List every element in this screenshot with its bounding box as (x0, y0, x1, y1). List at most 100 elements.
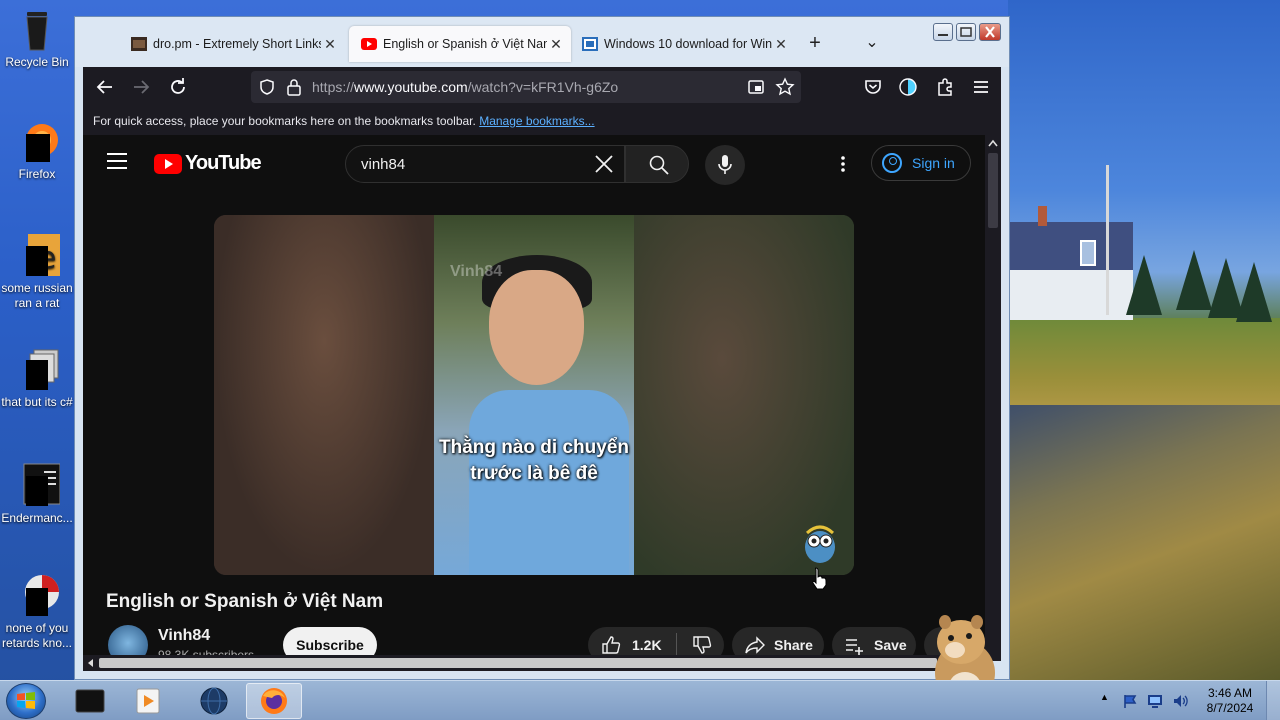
video-person-face (489, 270, 584, 385)
shield-icon[interactable] (258, 78, 276, 96)
new-tab-button[interactable]: + (804, 32, 826, 54)
tray-expand-button[interactable]: ▲ (1100, 692, 1109, 702)
close-window-button[interactable] (979, 23, 1001, 41)
system-clock[interactable]: 3:46 AM 8/7/2024 (1200, 686, 1260, 716)
tab-youtube-video[interactable]: English or Spanish ở Việt Nam ✕ (349, 26, 571, 62)
bookmarks-hint-text: For quick access, place your bookmarks h… (93, 114, 476, 128)
desktop-icon-label: none of you retards kno... (1, 621, 73, 650)
search-input[interactable]: vinh84 (345, 145, 625, 183)
back-button[interactable] (93, 75, 117, 99)
youtube-favicon-icon (361, 38, 377, 50)
tab-title: English or Spanish ở Việt Nam (383, 37, 547, 51)
show-desktop-button[interactable] (1266, 681, 1280, 720)
bookmarks-toolbar: For quick access, place your bookmarks h… (83, 107, 1001, 135)
sign-in-button[interactable]: Sign in (871, 145, 971, 181)
account-icon (882, 153, 902, 173)
extensions-button[interactable] (933, 75, 957, 99)
desktop-icon-recycle-bin[interactable]: Recycle Bin (0, 6, 74, 70)
taskbar-app-media-player[interactable] (120, 683, 176, 719)
desktop-icon-some-russian[interactable]: e some russian ran a rat (0, 232, 74, 311)
wallpaper-grass (1008, 318, 1280, 418)
address-bar[interactable]: https://www.youtube.com/watch?v=kFR1Vh-g… (251, 71, 801, 103)
picture-in-picture-icon[interactable] (747, 78, 765, 96)
tab-list-button[interactable]: ⌄ (861, 32, 883, 54)
sign-in-label: Sign in (912, 155, 955, 171)
desktop-wallpaper (1008, 0, 1280, 680)
clear-search-button[interactable] (590, 150, 618, 178)
dro-pm-favicon-icon (131, 37, 147, 51)
video-player[interactable]: Vinh84 Thằng nào di chuyển trước là bê đ… (214, 215, 854, 575)
add-to-playlist-icon (846, 639, 863, 655)
like-count[interactable]: 1.2K (632, 637, 662, 653)
action-center-flag-icon[interactable] (1122, 693, 1138, 709)
tab-windows-10-download[interactable]: Windows 10 download for Windows ✕ (570, 26, 796, 62)
url-text[interactable]: https://www.youtube.com/watch?v=kFR1Vh-g… (312, 79, 618, 95)
wallpaper-tree (1236, 262, 1272, 322)
desktop-icon-endermanch[interactable]: Endermanc... (0, 462, 74, 526)
taskbar-app-terminal[interactable] (62, 683, 118, 719)
puzzle-icon (938, 78, 952, 96)
thumbs-down-icon[interactable] (691, 634, 713, 656)
recycle-bin-icon (14, 6, 60, 52)
video-blur-left (214, 215, 434, 575)
desktop-icon-firefox[interactable]: Firefox (0, 118, 74, 182)
video-caption-line1: Thằng nào di chuyển (438, 437, 629, 458)
start-button[interactable] (6, 683, 46, 719)
firefox-window: dro.pm - Extremely Short Links ✕ English… (74, 16, 1010, 680)
horizontal-scroll-thumb[interactable] (99, 658, 937, 668)
desktop-icon-that-but-its-csharp[interactable]: that but its c# (0, 346, 74, 410)
bookmark-star-icon[interactable] (775, 77, 795, 97)
channel-name[interactable]: Vinh84 (158, 627, 210, 645)
tab-close-icon[interactable]: ✕ (772, 36, 790, 53)
manage-bookmarks-link[interactable]: Manage bookmarks... (479, 114, 594, 128)
save-label: Save (874, 637, 907, 653)
wallpaper-house-window (1080, 240, 1096, 266)
hamburger-menu-icon (974, 81, 988, 93)
wallpaper-chimney (1038, 206, 1047, 226)
search-icon (649, 155, 669, 175)
reload-button[interactable] (166, 75, 190, 99)
settings-menu-button[interactable] (833, 154, 853, 174)
desktop-icon-none-of-you[interactable]: none of you retards kno... (0, 572, 74, 651)
taskbar-app-firefox[interactable] (246, 683, 302, 719)
forward-button[interactable] (129, 75, 153, 99)
maximize-button[interactable] (956, 23, 976, 41)
app-icon (14, 572, 60, 618)
file-icon (14, 346, 60, 392)
close-icon (985, 26, 995, 38)
tab-close-icon[interactable]: ✕ (321, 36, 339, 53)
vertical-scrollbar[interactable] (985, 135, 1001, 661)
scroll-up-icon[interactable] (988, 139, 998, 147)
media-player-icon (136, 688, 160, 714)
pocket-button[interactable] (861, 75, 885, 99)
desktop-icon-label: that but its c# (1, 395, 73, 409)
guide-menu-button[interactable] (107, 153, 127, 169)
app-menu-button[interactable] (969, 75, 993, 99)
thumbs-up-icon[interactable] (600, 634, 622, 656)
tab-title: dro.pm - Extremely Short Links (153, 37, 321, 51)
voice-search-button[interactable] (705, 145, 745, 185)
scroll-left-icon[interactable] (86, 658, 94, 668)
taskbar-app-globe[interactable] (186, 683, 242, 719)
reload-icon (171, 78, 185, 94)
minimize-button[interactable] (933, 23, 953, 41)
channel-sticker-icon (805, 525, 835, 563)
youtube-logo[interactable]: YouTube (154, 152, 262, 175)
vertical-scroll-thumb[interactable] (988, 153, 998, 228)
youtube-wordmark: YouTube (185, 152, 262, 174)
volume-icon[interactable] (1172, 693, 1190, 709)
like-separator (675, 633, 677, 657)
lock-icon[interactable] (286, 78, 302, 96)
search-button[interactable] (625, 145, 689, 183)
extension-dark-reader-button[interactable] (896, 75, 920, 99)
app-icon (14, 462, 61, 508)
url-path: /watch?v=kFR1Vh-g6Zo (467, 79, 619, 95)
network-icon[interactable] (1146, 693, 1164, 709)
youtube-play-icon (154, 153, 182, 174)
wallpaper-cliff (1008, 405, 1280, 680)
tab-dro-pm[interactable]: dro.pm - Extremely Short Links ✕ (119, 26, 345, 62)
windows-logo-icon (17, 692, 35, 709)
horizontal-scrollbar[interactable] (83, 655, 985, 671)
video-title: English or Spanish ở Việt Nam (106, 591, 384, 612)
tab-close-icon[interactable]: ✕ (547, 36, 565, 53)
